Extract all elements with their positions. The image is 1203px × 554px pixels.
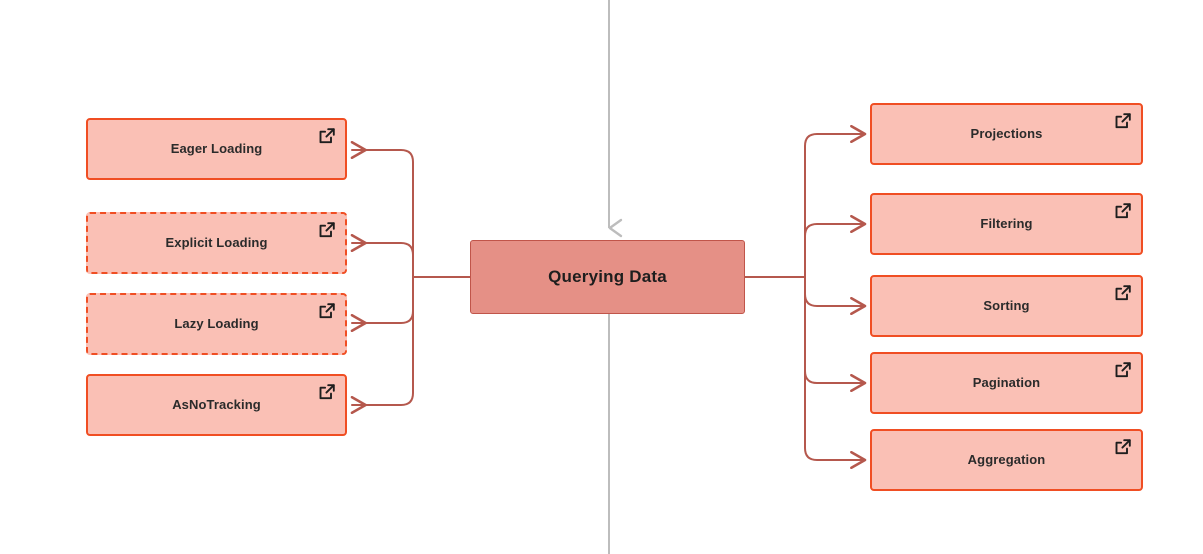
external-link-icon[interactable]: [1113, 201, 1133, 221]
node-querying-data[interactable]: Querying Data: [470, 240, 745, 314]
node-label: AsNoTracking: [172, 397, 261, 413]
edge-to-pagination: [804, 276, 865, 383]
external-link-icon[interactable]: [317, 301, 337, 321]
edge-to-filtering: [804, 224, 865, 278]
external-link-icon[interactable]: [1113, 111, 1133, 131]
node-asnotracking[interactable]: AsNoTracking: [86, 374, 347, 436]
node-label: Aggregation: [967, 452, 1046, 468]
external-link-icon[interactable]: [317, 382, 337, 402]
node-label: Sorting: [983, 298, 1030, 314]
node-eager-loading[interactable]: Eager Loading: [86, 118, 347, 180]
edge-to-sorting: [804, 276, 865, 306]
node-label: Querying Data: [548, 266, 667, 286]
edge-to-asnotracking: [352, 276, 414, 405]
node-explicit-loading[interactable]: Explicit Loading: [86, 212, 347, 274]
external-link-icon[interactable]: [1113, 283, 1133, 303]
edge-to-projections: [804, 134, 865, 278]
external-link-icon[interactable]: [1113, 437, 1133, 457]
edge-to-eager-loading: [352, 150, 414, 278]
edge-to-aggregation: [804, 276, 865, 460]
node-pagination[interactable]: Pagination: [870, 352, 1143, 414]
node-sorting[interactable]: Sorting: [870, 275, 1143, 337]
edge-to-lazy-loading: [352, 276, 414, 323]
node-label: Explicit Loading: [165, 235, 268, 251]
node-label: Pagination: [972, 375, 1041, 391]
node-filtering[interactable]: Filtering: [870, 193, 1143, 255]
node-label: Projections: [970, 126, 1043, 142]
diagram-canvas: Querying Data Eager Loading Explicit Loa…: [0, 0, 1203, 554]
edge-to-explicit-loading: [352, 243, 414, 278]
external-link-icon[interactable]: [1113, 360, 1133, 380]
node-lazy-loading[interactable]: Lazy Loading: [86, 293, 347, 355]
node-aggregation[interactable]: Aggregation: [870, 429, 1143, 491]
node-label: Filtering: [980, 216, 1033, 232]
external-link-icon[interactable]: [317, 220, 337, 240]
node-label: Eager Loading: [170, 141, 263, 157]
external-link-icon[interactable]: [317, 126, 337, 146]
node-label: Lazy Loading: [174, 316, 259, 332]
node-projections[interactable]: Projections: [870, 103, 1143, 165]
